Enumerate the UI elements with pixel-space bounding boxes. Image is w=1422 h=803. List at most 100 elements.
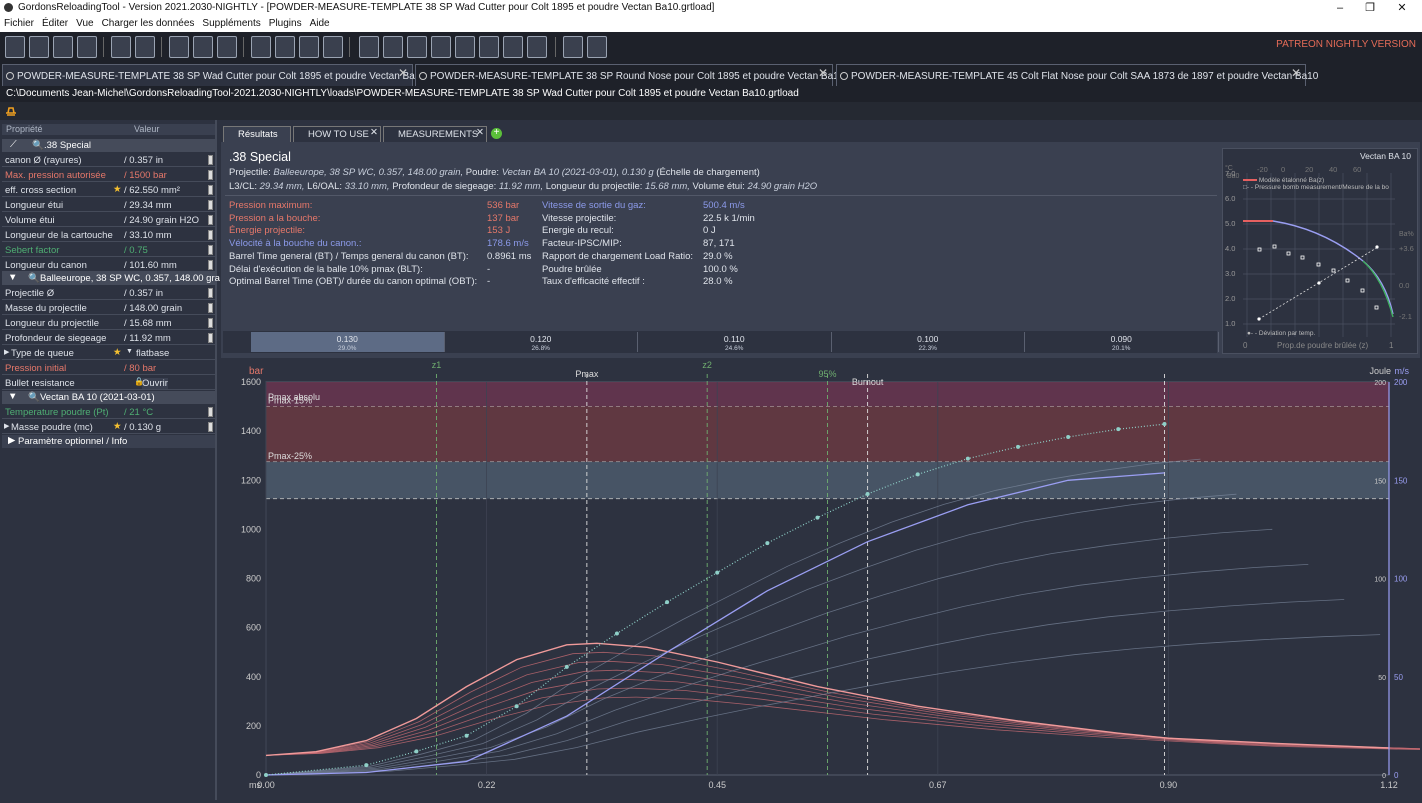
property-row[interactable]: eff. cross section ★/ 62.550 mm² (2, 183, 215, 197)
hat-icon[interactable] (5, 105, 17, 117)
report-icon[interactable] (217, 36, 237, 58)
dropdown-icon[interactable]: ▼ (126, 348, 133, 355)
spinner-icon[interactable] (208, 155, 213, 165)
scatter-icon[interactable] (359, 36, 379, 58)
tab-document-1[interactable]: POWDER-MEASURE-TEMPLATE 38 SP Wad Cutter… (2, 64, 426, 86)
property-value[interactable]: / 0.130 g (124, 422, 161, 433)
reload-icon[interactable] (77, 36, 97, 58)
target-icon[interactable] (431, 36, 451, 58)
menu-plugins[interactable]: Plugins (265, 16, 306, 29)
gauge-icon[interactable] (479, 36, 499, 58)
spinner-icon[interactable] (208, 333, 213, 343)
compass-icon[interactable] (455, 36, 475, 58)
save-icon[interactable] (111, 36, 131, 58)
charge-step[interactable]: 0.090 20.1% (1025, 332, 1219, 352)
optional-section[interactable]: ▶ Paramètre optionnel / Info (2, 435, 215, 448)
powder-icon[interactable] (323, 36, 343, 58)
collapse-icon[interactable]: ▼ (8, 391, 17, 402)
settings-icon[interactable] (563, 36, 583, 58)
property-row[interactable]: Masse poudre (mc) ★ ▶ / 0.130 g (2, 420, 215, 434)
tab-how-to-use[interactable]: HOW TO USE ✕ (293, 126, 381, 142)
property-value[interactable]: / 148.00 grain (124, 303, 182, 314)
charge-step[interactable]: 0.100 22.3% (832, 332, 1025, 352)
property-row[interactable]: Longueur du canon / 101.60 mm (2, 258, 215, 272)
close-tab-icon[interactable]: ✕ (398, 66, 408, 80)
property-row[interactable]: Max. pression autorisée / 1500 bar (2, 168, 215, 182)
chart-icon[interactable] (527, 36, 547, 58)
maximize-button[interactable]: ❐ (1356, 0, 1384, 16)
tab-results[interactable]: Résultats (223, 126, 291, 142)
close-tab-icon[interactable]: ✕ (476, 127, 484, 138)
tab-document-3[interactable]: POWDER-MEASURE-TEMPLATE 45 Colt Flat Nos… (836, 64, 1318, 86)
property-row[interactable]: Masse du projectile / 148.00 grain (2, 301, 215, 315)
spinner-icon[interactable] (208, 200, 213, 210)
save-as-icon[interactable] (135, 36, 155, 58)
property-value[interactable]: / 1500 bar (124, 170, 167, 181)
menu-load-data[interactable]: Charger les données (98, 16, 199, 29)
charge-step[interactable]: 0.130 29.0% (251, 332, 445, 352)
property-row[interactable]: Temperature poudre (Pt) / 21 °C (2, 405, 215, 419)
menu-extras[interactable]: Suppléments (198, 16, 264, 29)
property-row[interactable]: Sebert factor / 0.75 (2, 243, 215, 257)
spinner-icon[interactable] (208, 245, 213, 255)
spinner-icon[interactable] (208, 422, 213, 432)
menu-view[interactable]: Vue (72, 16, 97, 29)
property-row[interactable]: Projectile Ø / 0.357 in (2, 286, 215, 300)
property-value[interactable]: / 29.34 mm (124, 200, 172, 211)
property-value[interactable]: / 11.92 mm (124, 333, 171, 344)
property-value[interactable]: / 101.60 mm (124, 260, 177, 271)
charge-step[interactable]: 0.110 24.6% (638, 332, 832, 352)
close-button[interactable]: ✕ (1388, 0, 1416, 16)
property-row[interactable]: Type de queue ★ ▶ flatbase ▼ (2, 346, 215, 360)
property-value[interactable]: / 21 °C (124, 407, 153, 418)
open-folder-icon[interactable] (53, 36, 73, 58)
window-icon[interactable] (587, 36, 607, 58)
spinner-icon[interactable] (208, 288, 213, 298)
property-value[interactable]: flatbase (136, 348, 169, 359)
grid-icon[interactable] (383, 36, 403, 58)
property-value[interactable]: / 62.550 mm² (124, 185, 180, 196)
cartridge-section[interactable]: ⟋ 🔍 .38 Special (2, 139, 215, 152)
close-tab-icon[interactable]: ✕ (818, 66, 828, 80)
spinner-icon[interactable] (208, 260, 213, 270)
circle-icon[interactable] (407, 36, 427, 58)
property-value[interactable]: Ouvrir (142, 378, 168, 389)
spinner-icon[interactable] (208, 407, 213, 417)
spinner-icon[interactable] (208, 185, 213, 195)
cartridge-icon[interactable] (275, 36, 295, 58)
projectile-section[interactable]: ▼ 🔍 Balleeurope, 38 SP WC, 0.357, 148.00… (2, 272, 220, 285)
bullet-icon[interactable] (299, 36, 319, 58)
property-row[interactable]: Profondeur de siegeage / 11.92 mm (2, 331, 215, 345)
property-value[interactable]: / 33.10 mm (124, 230, 172, 241)
collapse-icon[interactable]: ▼ (8, 272, 17, 283)
open-file-icon[interactable] (29, 36, 49, 58)
property-row[interactable]: Longueur étui / 29.34 mm (2, 198, 215, 212)
spinner-icon[interactable] (208, 230, 213, 240)
expand-icon[interactable]: ▶ (4, 422, 9, 430)
pdf-icon[interactable] (169, 36, 189, 58)
spinner-icon[interactable] (208, 215, 213, 225)
spinner-icon[interactable] (208, 318, 213, 328)
property-row[interactable]: Longueur du projectile / 15.68 mm (2, 316, 215, 330)
property-value[interactable]: / 24.90 grain H2O (124, 215, 199, 226)
property-row[interactable]: Longueur de la cartouche / 33.10 mm (2, 228, 215, 242)
property-row[interactable]: canon Ø (rayures) / 0.357 in (2, 153, 215, 167)
menu-edit[interactable]: Éditer (38, 16, 72, 29)
property-row[interactable]: Pression initial / 80 bar (2, 361, 215, 375)
spinner-icon[interactable] (208, 170, 213, 180)
add-tab-icon[interactable]: + (491, 128, 502, 139)
powder-section[interactable]: ▼ 🔍 Vectan BA 10 (2021-03-01) (2, 391, 215, 404)
new-file-icon[interactable] (5, 36, 25, 58)
rifle-icon[interactable] (251, 36, 271, 58)
tab-document-2[interactable]: POWDER-MEASURE-TEMPLATE 38 SP Round Nose… (415, 64, 844, 86)
close-tab-icon[interactable]: ✕ (370, 127, 378, 138)
expand-icon[interactable]: ▶ (4, 348, 9, 356)
expand-icon[interactable]: ▶ (8, 435, 15, 446)
property-value[interactable]: / 0.357 in (124, 155, 163, 166)
property-row[interactable]: Bullet resistance Ouvrir 🔒 (2, 376, 215, 390)
menu-help[interactable]: Aide (306, 16, 334, 29)
property-value[interactable]: / 0.357 in (124, 288, 163, 299)
property-value[interactable]: / 80 bar (124, 363, 156, 374)
menu-file[interactable]: Fichier (0, 16, 38, 29)
property-value[interactable]: / 15.68 mm (124, 318, 172, 329)
